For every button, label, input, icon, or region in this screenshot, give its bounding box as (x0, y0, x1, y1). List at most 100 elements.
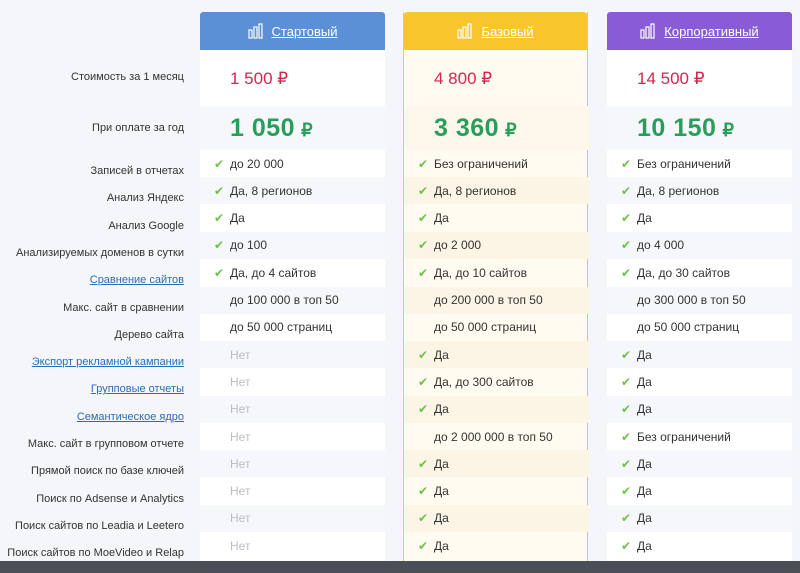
plan-header[interactable]: Стартовый (200, 12, 385, 50)
check-icon: ✔ (418, 511, 429, 526)
plan-feature-row: ✔ Да, до 30 сайтов (607, 259, 792, 286)
plan-feature-row: Нет (200, 423, 385, 450)
plan-feature-value: до 300 000 в топ 50 (637, 293, 746, 307)
plan-feature-row: ✔ до 100 (200, 231, 385, 259)
plan-feature-value: Да (637, 211, 652, 226)
plan-feature-row: ✔ Да (607, 504, 792, 532)
feature-label: Макс. сайт в групповом отчете (27, 438, 184, 450)
yearly-price-value: 1 050 (230, 114, 296, 142)
plan-feature-row: ✔ Да (200, 205, 385, 232)
plan-name-link[interactable]: Стартовый (272, 24, 338, 39)
plan-column-basic: Базовый 4 800 ₽ 3 360 ₽ ✔ Без ограничений ✔ Да,… (403, 12, 589, 572)
check-icon: ✔ (621, 538, 632, 553)
feature-label: Анализ Google (108, 219, 184, 232)
plan-feature-value: Да, до 10 сайтов (434, 265, 527, 280)
plan-header[interactable]: Базовый (404, 12, 587, 50)
plan-feature-value: Да, 8 регионов (434, 183, 517, 198)
plan-feature-value: до 100 000 в топ 50 (230, 293, 339, 307)
feature-label-link[interactable]: Экспорт рекламной кампании (0, 356, 184, 368)
check-icon: ✔ (418, 374, 429, 389)
feature-label-link[interactable]: Групповые отчеты (0, 383, 184, 395)
bar-chart-icon (457, 23, 473, 39)
plan-feature-row: до 2 000 000 в топ 50 (404, 423, 589, 450)
feature-label: Макс. сайт в сравнении (63, 301, 184, 314)
plan-feature-value: Да (434, 402, 449, 417)
check-icon: ✔ (418, 456, 429, 471)
check-icon: ✔ (621, 347, 632, 362)
plan-feature-row: ✔ Да, 8 регионов (607, 177, 792, 205)
plan-feature-value: до 50 000 страниц (230, 320, 333, 335)
check-icon: ✔ (418, 265, 429, 280)
plan-feature-row: ✔ Да (607, 205, 792, 232)
plan-feature-row: ✔ Да (607, 395, 792, 423)
feature-label-link[interactable]: Сравнение сайтов (0, 274, 184, 286)
currency-symbol: ₽ (505, 120, 518, 140)
plan-feature-value: до 100 (230, 238, 268, 253)
check-icon: ✔ (418, 402, 429, 417)
plan-feature-value: Нет (230, 484, 251, 499)
plan-feature-row: ✔ Да, до 4 сайтов (200, 259, 385, 286)
plan-feature-value: Да (637, 538, 652, 553)
plan-feature-row: ✔ Да (404, 532, 589, 559)
plan-feature-row: ✔ до 2 000 (404, 231, 589, 259)
plan-feature-value: Нет (230, 429, 251, 444)
plan-feature-row: до 100 000 в топ 50 (200, 286, 385, 314)
plan-feature-row: ✔ Да, 8 регионов (200, 177, 385, 205)
label-monthly-cost: Стоимость за 1 месяц (71, 71, 184, 83)
plan-feature-row: ✔ Без ограничений (607, 423, 792, 450)
plan-feature-row: ✔ Да (404, 205, 589, 232)
yearly-price: 1 050 ₽ (230, 114, 313, 143)
plan-feature-value: Да (230, 211, 245, 226)
plan-feature-value: Да (637, 484, 652, 499)
plan-feature-value: до 50 000 страниц (434, 320, 537, 335)
plan-feature-row: ✔ Без ограничений (404, 150, 589, 177)
check-icon: ✔ (621, 456, 632, 471)
plan-feature-row: Нет (200, 532, 385, 559)
feature-label: Поиск по Adsense и Analytics (36, 492, 184, 505)
plan-feature-value: Нет (230, 538, 251, 553)
plan-feature-row: Нет (200, 504, 385, 532)
plan-feature-value: до 2 000 000 в топ 50 (434, 429, 553, 444)
plan-feature-row: ✔ Да (607, 478, 792, 505)
plan-feature-value: Да (637, 347, 652, 362)
plan-feature-row: ✔ Да (607, 368, 792, 395)
plan-feature-value: Нет (230, 511, 251, 526)
plan-column-corp: Корпоративный 14 500 ₽ 10 150 ₽ ✔ Без огранич… (607, 12, 792, 572)
monthly-price: 1 500 ₽ (230, 69, 289, 88)
check-icon: ✔ (621, 183, 632, 198)
plan-header[interactable]: Корпоративный (607, 12, 792, 50)
plan-feature-value: Да (434, 538, 449, 553)
plan-feature-row: до 50 000 страниц (607, 314, 792, 341)
currency-symbol: ₽ (722, 120, 735, 140)
plan-feature-value: Да (637, 402, 652, 417)
plan-feature-value: Да (637, 374, 652, 389)
check-icon: ✔ (621, 156, 632, 171)
feature-label-link[interactable]: Семантическое ядро (0, 411, 184, 423)
plan-feature-row: Нет (200, 395, 385, 423)
check-icon: ✔ (214, 183, 225, 198)
bottom-bar (0, 561, 800, 573)
check-icon: ✔ (214, 238, 225, 253)
plan-feature-row: Нет (200, 450, 385, 478)
check-icon: ✔ (621, 374, 632, 389)
plan-feature-row: ✔ Да (404, 450, 589, 478)
plan-feature-value: Да (434, 484, 449, 499)
feature-label: Анализ Яндекс (106, 192, 184, 205)
plan-feature-row: ✔ Да, до 300 сайтов (404, 368, 589, 395)
plan-feature-value: до 20 000 (230, 156, 284, 171)
yearly-price-value: 10 150 (637, 114, 717, 142)
check-icon: ✔ (214, 156, 225, 171)
plan-name-link[interactable]: Базовый (481, 24, 533, 39)
check-icon: ✔ (418, 156, 429, 171)
check-icon: ✔ (621, 265, 632, 280)
plan-feature-value: до 50 000 страниц (637, 320, 740, 335)
plan-feature-row: Нет (200, 478, 385, 505)
feature-label: Дерево сайта (114, 328, 185, 341)
plan-name-link[interactable]: Корпоративный (664, 24, 758, 39)
feature-label: Прямой поиск по базе ключей (31, 465, 184, 478)
plan-column-start: Стартовый 1 500 ₽ 1 050 ₽ ✔ до 20 000 ✔ Да, 8 р… (200, 12, 385, 572)
yearly-price: 10 150 ₽ (637, 114, 734, 143)
plan-feature-row: ✔ Да (404, 504, 589, 532)
plan-feature-row: Нет (200, 341, 385, 369)
plan-feature-value: до 2 000 (434, 238, 482, 253)
